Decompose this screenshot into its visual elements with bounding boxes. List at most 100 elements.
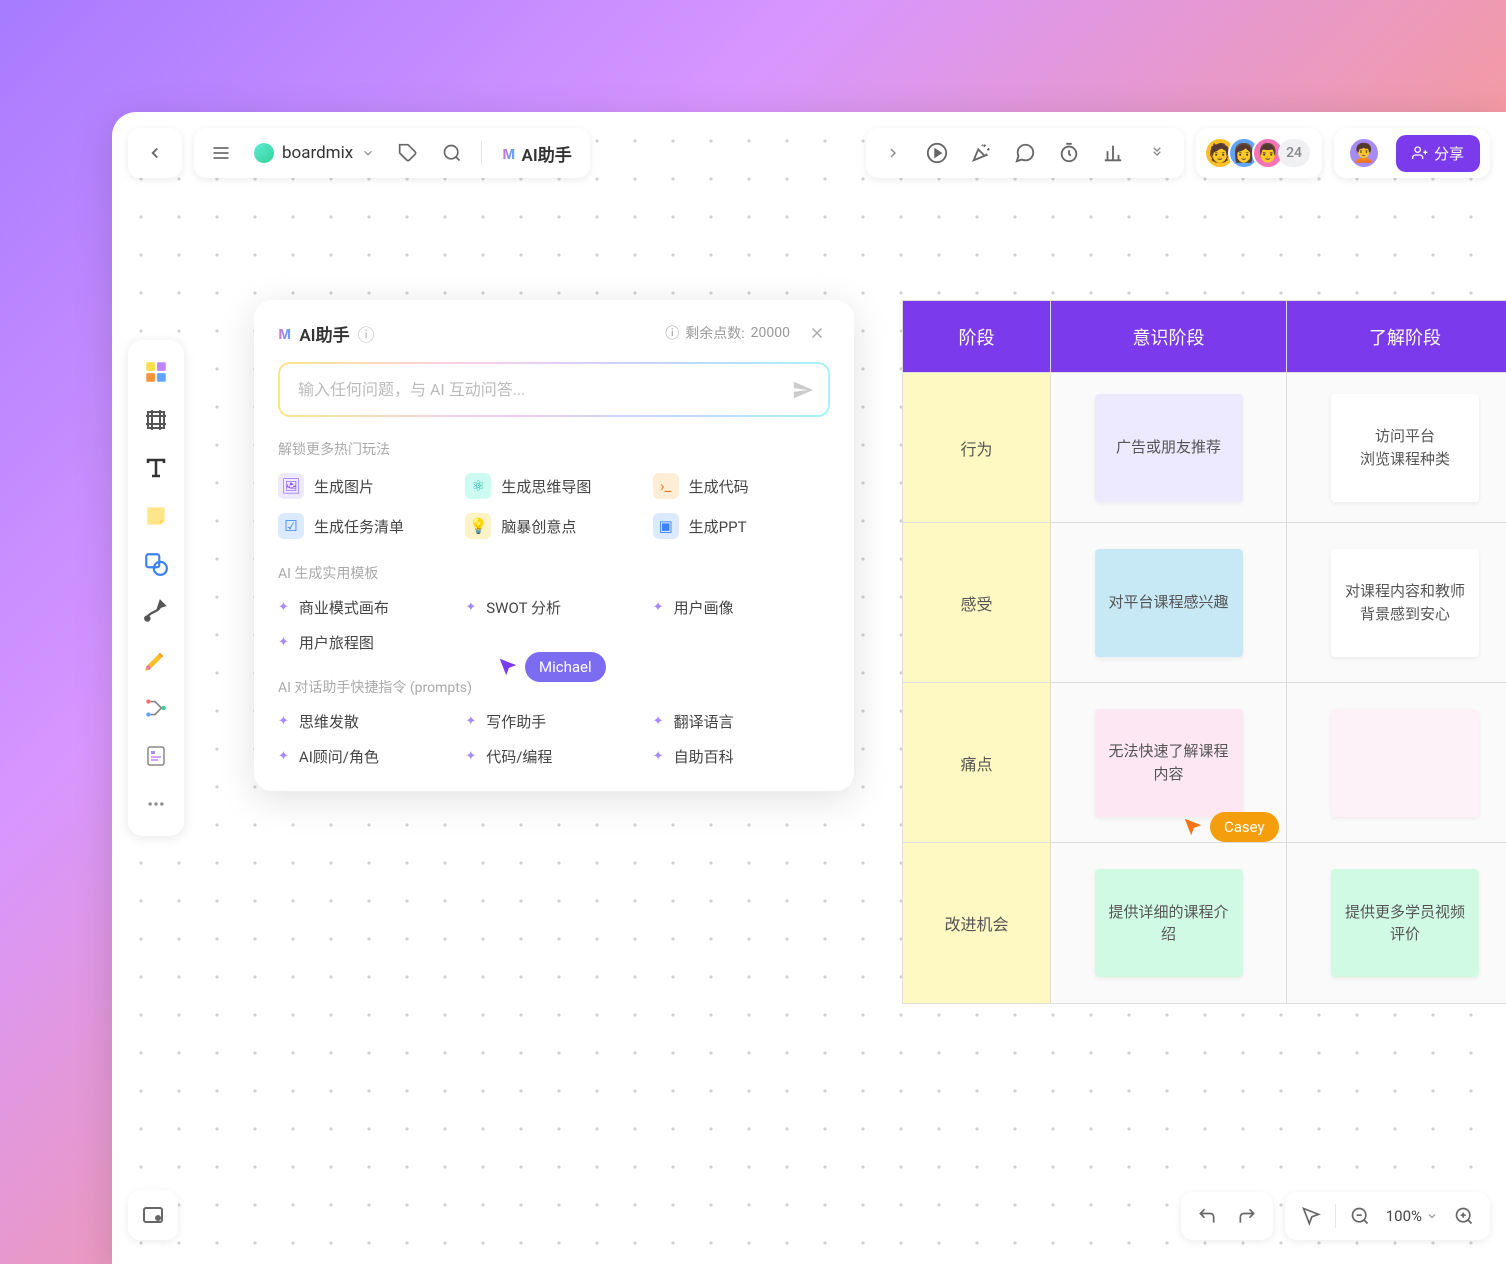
points-display: ⓘ 剩余点数:20000 bbox=[665, 323, 790, 343]
ai-panel-title-text: AI助手 bbox=[299, 321, 349, 346]
cursor-casey: Casey bbox=[1182, 812, 1279, 842]
avatars-group: 🧑 👩 👨 24 bbox=[1196, 128, 1322, 178]
sticky-tool[interactable] bbox=[134, 494, 178, 538]
avatar-stack[interactable]: 🧑 👩 👨 24 bbox=[1212, 137, 1310, 169]
ai-input[interactable] bbox=[280, 364, 828, 415]
connector-tool[interactable] bbox=[134, 590, 178, 634]
history-group bbox=[1181, 1192, 1273, 1240]
ai-item-image[interactable]: 🖼生成图片 bbox=[278, 473, 455, 499]
row-label: 改进机会 bbox=[903, 843, 1051, 1003]
sticky-note[interactable]: 提供详细的课程介绍 bbox=[1095, 869, 1243, 977]
cell[interactable]: 对平台课程感兴趣 bbox=[1051, 523, 1287, 683]
ai-prompt-diverge[interactable]: ✦思维发散 bbox=[278, 711, 455, 732]
ai-template-persona[interactable]: ✦用户画像 bbox=[653, 597, 830, 618]
send-button[interactable] bbox=[792, 379, 814, 401]
timer-button[interactable] bbox=[1050, 134, 1088, 172]
divider bbox=[1335, 1204, 1336, 1228]
menu-button[interactable] bbox=[202, 134, 240, 172]
board-name[interactable]: boardmix bbox=[246, 143, 383, 163]
current-user-avatar[interactable]: 🧑‍🦱 bbox=[1348, 137, 1380, 169]
ai-input-wrap bbox=[278, 362, 830, 417]
row-label: 痛点 bbox=[903, 683, 1051, 843]
zoom-out-button[interactable] bbox=[1340, 1196, 1380, 1236]
sparkle-icon: ✦ bbox=[278, 749, 289, 764]
share-button[interactable]: 分享 bbox=[1396, 135, 1480, 172]
cell[interactable]: 提供更多学员视频评价 bbox=[1287, 843, 1506, 1003]
header-cell: 意识阶段 bbox=[1051, 301, 1287, 373]
ai-prompt-code[interactable]: ✦代码/编程 bbox=[465, 746, 642, 767]
cell[interactable]: 对课程内容和教师背景感到安心 bbox=[1287, 523, 1506, 683]
ai-item-ppt[interactable]: ▣生成PPT bbox=[653, 513, 830, 539]
shape-tool[interactable] bbox=[134, 542, 178, 586]
ai-template-journey[interactable]: ✦用户旅程图 bbox=[278, 632, 455, 653]
ai-logo-icon: ᴍ bbox=[278, 323, 291, 344]
ai-template-business[interactable]: ✦商业模式画布 bbox=[278, 597, 455, 618]
mindmap-tool[interactable] bbox=[134, 686, 178, 730]
expand-left-button[interactable] bbox=[874, 134, 912, 172]
ai-prompt-advisor[interactable]: ✦AI顾问/角色 bbox=[278, 746, 455, 767]
tag-button[interactable] bbox=[389, 134, 427, 172]
more-tool[interactable] bbox=[134, 782, 178, 826]
table-row: 感受 对平台课程感兴趣 对课程内容和教师背景感到安心 bbox=[903, 523, 1506, 683]
ai-panel-header: ᴍ AI助手 ⓘ ⓘ 剩余点数:20000 bbox=[278, 320, 830, 346]
pen-tool[interactable] bbox=[134, 638, 178, 682]
help-icon[interactable]: ⓘ bbox=[358, 321, 375, 346]
comment-button[interactable] bbox=[1006, 134, 1044, 172]
left-toolbar bbox=[128, 340, 184, 836]
sparkle-icon: ✦ bbox=[278, 635, 289, 650]
journey-table[interactable]: 阶段 意识阶段 了解阶段 行为 广告或朋友推荐 访问平台 浏览课程种类 感受 对… bbox=[902, 300, 1506, 1004]
zoom-in-button[interactable] bbox=[1444, 1196, 1484, 1236]
table-row: 行为 广告或朋友推荐 访问平台 浏览课程种类 bbox=[903, 373, 1506, 523]
ai-item-mindmap[interactable]: ⚛生成思维导图 bbox=[465, 473, 642, 499]
cursor-label: Michael bbox=[525, 652, 606, 682]
sticky-note[interactable]: 提供更多学员视频评价 bbox=[1331, 869, 1479, 977]
sparkle-icon: ✦ bbox=[465, 600, 476, 615]
share-group: 🧑‍🦱 分享 bbox=[1334, 128, 1490, 178]
search-button[interactable] bbox=[433, 134, 471, 172]
cell[interactable] bbox=[1287, 683, 1506, 843]
tools-group bbox=[866, 128, 1184, 178]
sticky-note[interactable]: 无法快速了解课程内容 bbox=[1095, 709, 1243, 817]
cell[interactable]: 广告或朋友推荐 bbox=[1051, 373, 1287, 523]
ai-grid-2: ✦商业模式画布 ✦SWOT 分析 ✦用户画像 ✦用户旅程图 bbox=[278, 597, 830, 653]
zoom-level[interactable]: 100% bbox=[1380, 1207, 1444, 1225]
ai-grid-3: ✦思维发散 ✦写作助手 ✦翻译语言 ✦AI顾问/角色 ✦代码/编程 ✦自助百科 bbox=[278, 711, 830, 767]
sticky-note[interactable] bbox=[1331, 709, 1479, 817]
sparkle-icon: ✦ bbox=[278, 714, 289, 729]
ai-prompt-writing[interactable]: ✦写作助手 bbox=[465, 711, 642, 732]
ai-logo-icon: ᴍ bbox=[502, 143, 515, 164]
pointer-button[interactable] bbox=[1291, 1196, 1331, 1236]
ai-template-swot[interactable]: ✦SWOT 分析 bbox=[465, 597, 642, 618]
sticky-note[interactable]: 广告或朋友推荐 bbox=[1095, 394, 1243, 502]
chart-button[interactable] bbox=[1094, 134, 1132, 172]
redo-button[interactable] bbox=[1227, 1196, 1267, 1236]
play-button[interactable] bbox=[918, 134, 956, 172]
ai-prompt-wiki[interactable]: ✦自助百科 bbox=[653, 746, 830, 767]
ai-item-brainstorm[interactable]: 💡脑暴创意点 bbox=[465, 513, 642, 539]
close-button[interactable] bbox=[804, 320, 830, 346]
ai-assistant-button[interactable]: ᴍ AI助手 bbox=[492, 141, 582, 166]
sticky-note[interactable]: 对课程内容和教师背景感到安心 bbox=[1331, 549, 1479, 657]
header-cell: 阶段 bbox=[903, 301, 1051, 373]
divider bbox=[481, 141, 482, 165]
cell[interactable]: 提供详细的课程介绍 bbox=[1051, 843, 1287, 1003]
share-icon bbox=[1412, 145, 1428, 161]
logo-icon bbox=[254, 143, 274, 163]
document-tool[interactable] bbox=[134, 734, 178, 778]
back-button[interactable] bbox=[136, 134, 174, 172]
more-tools-button[interactable] bbox=[1138, 134, 1176, 172]
ai-item-code[interactable]: ›_生成代码 bbox=[653, 473, 830, 499]
ai-prompt-translate[interactable]: ✦翻译语言 bbox=[653, 711, 830, 732]
frame-tool[interactable] bbox=[134, 398, 178, 442]
sticky-note[interactable]: 访问平台 浏览课程种类 bbox=[1331, 394, 1479, 502]
sticky-note[interactable]: 对平台课程感兴趣 bbox=[1095, 549, 1243, 657]
ai-panel-title: ᴍ AI助手 ⓘ bbox=[278, 321, 375, 346]
cell[interactable]: 访问平台 浏览课程种类 bbox=[1287, 373, 1506, 523]
text-tool[interactable] bbox=[134, 446, 178, 490]
template-tool[interactable] bbox=[134, 350, 178, 394]
ai-panel: ᴍ AI助手 ⓘ ⓘ 剩余点数:20000 解锁更多热门玩法 🖼生成 bbox=[254, 300, 854, 791]
confetti-button[interactable] bbox=[962, 134, 1000, 172]
undo-button[interactable] bbox=[1187, 1196, 1227, 1236]
minimap-button[interactable] bbox=[128, 1190, 178, 1240]
ai-item-tasks[interactable]: ☑生成任务清单 bbox=[278, 513, 455, 539]
